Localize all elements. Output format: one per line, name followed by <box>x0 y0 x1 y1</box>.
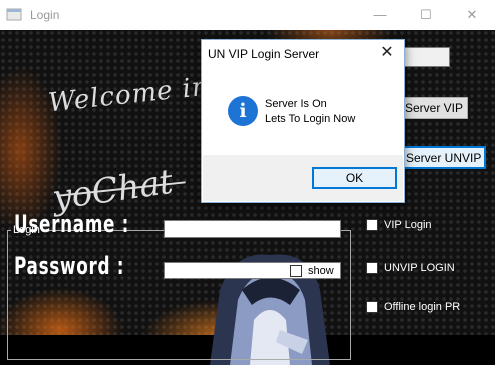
login-groupbox <box>7 230 351 360</box>
window-title: Login <box>30 8 60 22</box>
dialog-title: UN VIP Login Server <box>208 47 320 61</box>
server-unvip-button[interactable]: Server UNVIP <box>402 146 486 169</box>
vip-login-label: VIP Login <box>384 219 432 231</box>
password-label: Password : <box>14 252 125 280</box>
server-status-field <box>402 47 450 67</box>
dialog-message-line2: Lets To Login Now <box>265 113 356 125</box>
app-icon <box>6 8 22 21</box>
show-password-label: show <box>308 265 334 277</box>
username-input[interactable] <box>164 220 341 238</box>
dialog-message-line1: Server Is On <box>265 98 327 110</box>
server-vip-button[interactable]: Server VIP <box>402 97 468 119</box>
ok-button[interactable]: OK <box>312 167 397 189</box>
welcome-text: Welcome in <box>46 71 212 119</box>
unvip-login-label: UNVIP LOGIN <box>384 262 455 274</box>
minimize-button[interactable]: — <box>357 0 403 30</box>
maximize-button[interactable]: ☐ <box>403 0 449 30</box>
close-button[interactable]: ✕ <box>449 0 495 30</box>
info-icon: i <box>228 96 258 126</box>
unvip-login-checkbox[interactable] <box>366 262 378 274</box>
message-dialog: UN VIP Login Server ✕ i Server Is On Let… <box>201 39 405 203</box>
title-bar: Login — ☐ ✕ <box>0 0 495 30</box>
offline-login-checkbox[interactable] <box>366 301 378 313</box>
vip-login-checkbox[interactable] <box>366 219 378 231</box>
dialog-close-icon[interactable]: ✕ <box>376 42 398 64</box>
offline-login-label: Offline login PR <box>384 301 461 313</box>
show-password-checkbox[interactable] <box>290 265 302 277</box>
username-label: Username : <box>14 210 130 238</box>
